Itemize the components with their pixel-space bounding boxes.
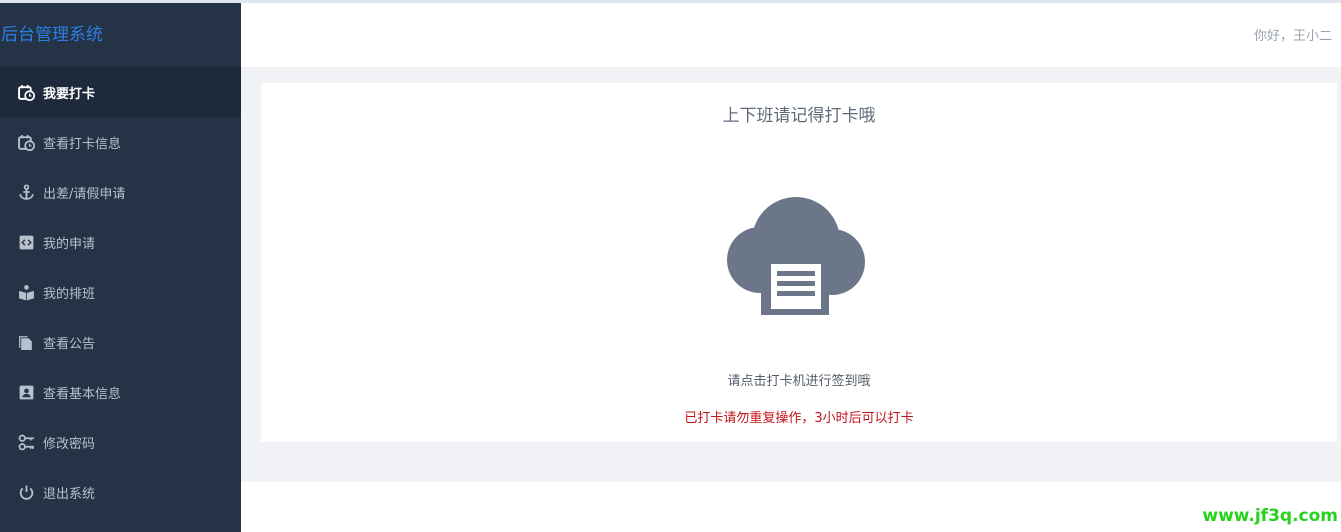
sidebar-item-leave-request[interactable]: 出差/请假申请 — [0, 167, 241, 217]
clock-in-hint: 请点击打卡机进行签到哦 — [727, 374, 871, 389]
contact-card-icon — [17, 383, 35, 401]
code-square-icon — [17, 233, 35, 251]
sidebar-item-my-applications[interactable]: 我的申请 — [0, 217, 241, 267]
anchor-icon — [17, 183, 35, 201]
copy-document-icon — [17, 333, 35, 351]
footer-area — [241, 482, 1341, 532]
sidebar: 后台管理系统 我要打卡 查看打卡信息 出差/请假申请 我的申请 我的排班 查看公… — [0, 3, 241, 532]
sidebar-item-label: 查看基本信息 — [43, 386, 122, 402]
sidebar-item-basic-info[interactable]: 查看基本信息 — [0, 367, 241, 417]
sidebar-item-view-clock-records[interactable]: 查看打卡信息 — [0, 117, 241, 167]
sidebar-item-label: 我的申请 — [43, 236, 96, 252]
key-icon — [17, 433, 35, 451]
clock-in-machine-button[interactable] — [725, 197, 869, 319]
calendar-clock-icon — [17, 133, 35, 151]
sidebar-item-label: 查看公告 — [43, 336, 96, 352]
duplicate-warning: 已打卡请勿重复操作，3小时后可以打卡 — [684, 411, 914, 426]
sidebar-item-announcements[interactable]: 查看公告 — [0, 317, 241, 367]
card-title: 上下班请记得打卡哦 — [722, 106, 876, 126]
calendar-clock-icon — [17, 83, 35, 101]
app-window: 后台管理系统 我要打卡 查看打卡信息 出差/请假申请 我的申请 我的排班 查看公… — [0, 0, 1341, 532]
sidebar-item-label: 我的排班 — [43, 286, 96, 302]
top-header: 你好，王小二 — [241, 3, 1341, 67]
sidebar-item-my-schedule[interactable]: 我的排班 — [0, 267, 241, 317]
brand-title: 后台管理系统 — [0, 3, 241, 67]
sidebar-item-change-password[interactable]: 修改密码 — [0, 417, 241, 467]
sidebar-item-label: 退出系统 — [43, 486, 96, 502]
sidebar-nav: 我要打卡 查看打卡信息 出差/请假申请 我的申请 我的排班 查看公告 查看基本信… — [0, 67, 241, 517]
main-content: 上下班请记得打卡哦 请点击打卡机进行签到哦 已打卡请勿重复操作，3小时后可以打卡 — [241, 67, 1341, 482]
clock-in-card: 上下班请记得打卡哦 请点击打卡机进行签到哦 已打卡请勿重复操作，3小时后可以打卡 — [261, 83, 1337, 442]
sidebar-item-label: 出差/请假申请 — [43, 186, 126, 202]
sidebar-item-label: 我要打卡 — [43, 86, 96, 102]
power-icon — [17, 483, 35, 501]
sidebar-item-label: 修改密码 — [43, 436, 96, 452]
user-greeting[interactable]: 你好，王小二 — [1254, 25, 1332, 44]
sidebar-item-label: 查看打卡信息 — [43, 136, 122, 152]
site-watermark: www.jf3q.com — [1202, 506, 1338, 526]
sidebar-item-clock-in[interactable]: 我要打卡 — [0, 67, 241, 117]
sidebar-item-logout[interactable]: 退出系统 — [0, 467, 241, 517]
cloud-document-icon — [727, 197, 865, 315]
reader-icon — [17, 283, 35, 301]
